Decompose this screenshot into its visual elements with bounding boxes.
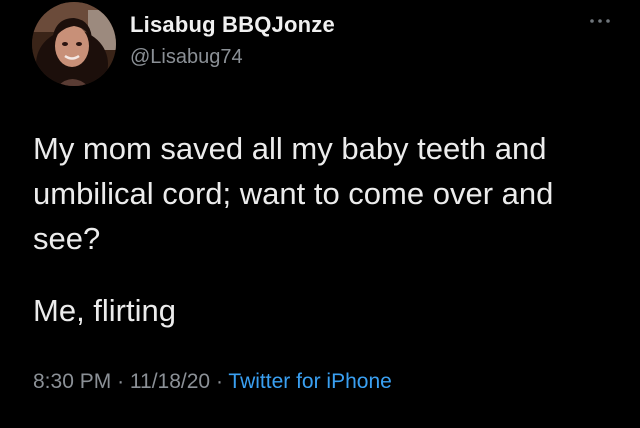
meta-separator: · <box>215 370 223 393</box>
tweet-text: My mom saved all my baby teeth and umbil… <box>33 131 554 256</box>
more-dots-icon[interactable] <box>588 14 612 28</box>
tweet-date[interactable]: 11/18/20 <box>130 370 210 393</box>
meta-separator: · <box>117 370 125 393</box>
display-name[interactable]: Lisabug BBQJonze <box>130 12 335 38</box>
user-handle[interactable]: @Lisabug74 <box>130 46 243 69</box>
avatar-photo <box>32 2 116 86</box>
tweet-source-link[interactable]: Twitter for iPhone <box>228 370 391 393</box>
avatar[interactable] <box>32 2 116 86</box>
tweet-caption: Me, flirting <box>33 293 176 328</box>
tweet-card: Lisabug BBQJonze @Lisabug74 My mom saved… <box>0 0 640 428</box>
tweet-time[interactable]: 8:30 PM <box>33 370 111 393</box>
tweet-meta: 8:30 PM · 11/18/20 · Twitter for iPhone <box>33 370 392 394</box>
